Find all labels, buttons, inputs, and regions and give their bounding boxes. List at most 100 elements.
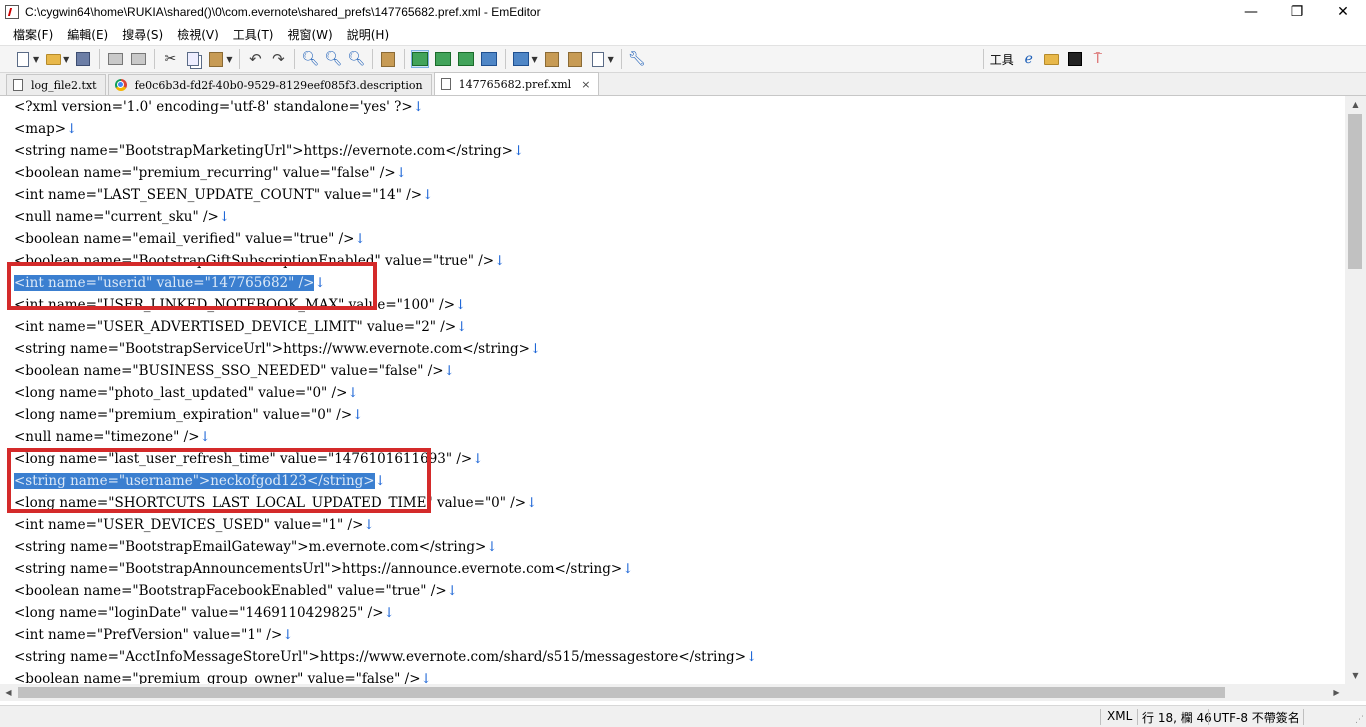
tab-pref-xml[interactable]: 147765682.pref.xml ×	[433, 72, 600, 95]
line-return-mark: ↓	[526, 495, 538, 511]
print-preview-button[interactable]	[129, 50, 147, 68]
editor-line[interactable]: <int name="USER_ADVERTISED_DEVICE_LIMIT"…	[14, 316, 467, 338]
save-button[interactable]	[74, 50, 92, 68]
scroll-left-icon[interactable]: ◀	[0, 684, 17, 701]
printer-icon	[107, 53, 123, 65]
find-button[interactable]: 🔍︎	[301, 50, 320, 68]
configuration-dropdown-arrow-icon[interactable]: ▼	[531, 55, 537, 64]
menu-search[interactable]: 搜尋(S)	[122, 26, 163, 43]
line-return-mark: ↓	[529, 341, 542, 357]
tool-pin-button[interactable]: ⍑	[1089, 50, 1107, 68]
scrollbar-corner	[1345, 684, 1366, 701]
line-return-mark: ↓	[282, 627, 294, 643]
editor-line[interactable]: <boolean name="BUSINESS_SSO_NEEDED" valu…	[14, 360, 455, 382]
editor-line[interactable]: <null name="timezone" />↓	[14, 426, 211, 448]
print-button[interactable]	[106, 50, 124, 68]
scroll-up-icon[interactable]: ▲	[1345, 96, 1366, 113]
status-encoding[interactable]: UTF-8 不帶簽名	[1213, 709, 1300, 726]
copy-button[interactable]	[184, 50, 202, 68]
editor-line[interactable]: <string name="AcctInfoMessageStoreUrl">h…	[14, 646, 757, 668]
status-file-type[interactable]: XML	[1107, 709, 1132, 723]
scroll-right-icon[interactable]: ▶	[1328, 684, 1345, 701]
undo-button[interactable]: ↶	[246, 50, 264, 68]
menu-file[interactable]: 檔案(F)	[13, 26, 53, 43]
minimize-button[interactable]: —	[1228, 0, 1274, 24]
status-cursor-position[interactable]: 行 18, 欄 46	[1142, 709, 1212, 726]
chrome-icon	[114, 79, 127, 91]
line-return-mark: ↓	[363, 517, 375, 533]
wrap-by-chars-button[interactable]	[434, 50, 452, 68]
editor-line[interactable]: <string name="BootstrapEmailGateway">m.e…	[14, 536, 498, 558]
window-controls: — ❐ ✕	[1228, 0, 1366, 24]
word-wrap-none-button[interactable]	[411, 50, 430, 68]
plugins-button[interactable]	[589, 50, 607, 68]
editor-line[interactable]: <int name="LAST_SEEN_UPDATE_COUNT" value…	[14, 184, 433, 206]
horizontal-scrollbar[interactable]: ◀ ▶	[0, 684, 1345, 701]
editor-line-text: <int name="USER_ADVERTISED_DEVICE_LIMIT"…	[14, 319, 457, 335]
toolbar-separator	[505, 49, 507, 69]
editor-line[interactable]: <null name="current_sku" />↓	[14, 206, 230, 228]
editor-line-text: <null name="timezone" />	[14, 429, 200, 445]
editor-line[interactable]: <long name="loginDate" value="1469110429…	[14, 602, 395, 624]
editor-line[interactable]: <string name="BootstrapServiceUrl">https…	[14, 338, 541, 360]
editor-line[interactable]: <boolean name="email_verified" value="tr…	[14, 228, 366, 250]
find-next-button[interactable]: 🔍︎	[324, 50, 343, 68]
scissors-icon: ✂	[164, 51, 177, 67]
properties-button[interactable]	[566, 50, 584, 68]
open-dropdown-arrow-icon[interactable]: ▼	[63, 55, 69, 64]
editor-line[interactable]: <long name="premium_expiration" value="0…	[14, 404, 363, 426]
resize-grip-icon[interactable]: ⋰	[1355, 715, 1364, 725]
cut-button[interactable]: ✂	[161, 50, 179, 68]
window-title: C:\cygwin64\home\RUKIA\shared()\0\com.ev…	[25, 5, 541, 19]
line-return-mark: ↓	[512, 143, 525, 159]
highlight-search-button[interactable]	[379, 50, 397, 68]
external-tool-button[interactable]	[1043, 50, 1061, 68]
internet-explorer-button[interactable]: ℯ	[1020, 50, 1038, 68]
editor-line[interactable]: <int name="USER_DEVICES_USED" value="1" …	[14, 514, 375, 536]
text-editor-area[interactable]: <?xml version='1.0' encoding='utf-8' sta…	[0, 96, 1345, 684]
configuration-button[interactable]	[512, 50, 530, 68]
editor-line[interactable]: <boolean name="BootstrapFacebookEnabled"…	[14, 580, 458, 602]
toolbar-separator	[982, 49, 984, 69]
paste-button[interactable]	[207, 50, 225, 68]
plugins-dropdown-arrow-icon[interactable]: ▼	[608, 55, 614, 64]
editor-line-text: <string name="BootstrapAnnouncementsUrl"…	[14, 561, 623, 577]
menu-help[interactable]: 說明(H)	[347, 26, 389, 43]
scroll-down-icon[interactable]: ▼	[1345, 667, 1366, 684]
menu-tools[interactable]: 工具(T)	[233, 26, 274, 43]
editor-line[interactable]: <string name="BootstrapAnnouncementsUrl"…	[14, 558, 634, 580]
menu-window[interactable]: 視窗(W)	[288, 26, 333, 43]
customize-button[interactable]	[543, 50, 561, 68]
editor-line[interactable]: <?xml version='1.0' encoding='utf-8' sta…	[14, 96, 424, 118]
editor-line[interactable]: <map>↓	[14, 118, 77, 140]
new-dropdown-arrow-icon[interactable]: ▼	[33, 55, 39, 64]
editor-line[interactable]: <boolean name="premium_recurring" value=…	[14, 162, 407, 184]
vertical-scrollbar[interactable]: ▲ ▼	[1345, 96, 1366, 684]
title-bar: C:\cygwin64\home\RUKIA\shared()\0\com.ev…	[0, 0, 1366, 24]
wrap-by-window-button[interactable]	[457, 50, 475, 68]
new-file-button[interactable]	[14, 50, 32, 68]
wrap-by-page-button[interactable]	[480, 50, 498, 68]
editor-line[interactable]: <long name="photo_last_updated" value="0…	[14, 382, 359, 404]
command-prompt-button[interactable]	[1066, 50, 1084, 68]
tab-close-icon[interactable]: ×	[581, 78, 590, 91]
line-return-mark: ↓	[420, 671, 432, 684]
redo-button[interactable]: ↷	[269, 50, 287, 68]
editor-line[interactable]: <int name="PrefVersion" value="1" />↓	[14, 624, 294, 646]
editor-line-text: <map>	[14, 121, 67, 137]
macro-button[interactable]: 🔧︎	[628, 50, 646, 68]
maximize-button[interactable]: ❐	[1274, 0, 1320, 24]
editor-line[interactable]: <string name="BootstrapMarketingUrl">htt…	[14, 140, 524, 162]
menu-view[interactable]: 檢視(V)	[177, 26, 219, 43]
find-previous-button[interactable]: 🔍︎	[347, 50, 366, 68]
paste-dropdown-arrow-icon[interactable]: ▼	[226, 55, 232, 64]
close-button[interactable]: ✕	[1320, 0, 1366, 24]
tab-description-file[interactable]: fe0c6b3d-fd2f-40b0-9529-8129eef085f3.des…	[107, 74, 432, 95]
menu-edit[interactable]: 編輯(E)	[67, 26, 108, 43]
horizontal-scroll-thumb[interactable]	[18, 687, 1225, 698]
open-file-button[interactable]	[44, 50, 62, 68]
line-return-mark: ↓	[486, 539, 498, 555]
tab-log-file2[interactable]: log_file2.txt	[6, 74, 106, 95]
vertical-scroll-thumb[interactable]	[1348, 114, 1362, 269]
editor-line[interactable]: <boolean name="premium_group_owner" valu…	[14, 668, 432, 684]
